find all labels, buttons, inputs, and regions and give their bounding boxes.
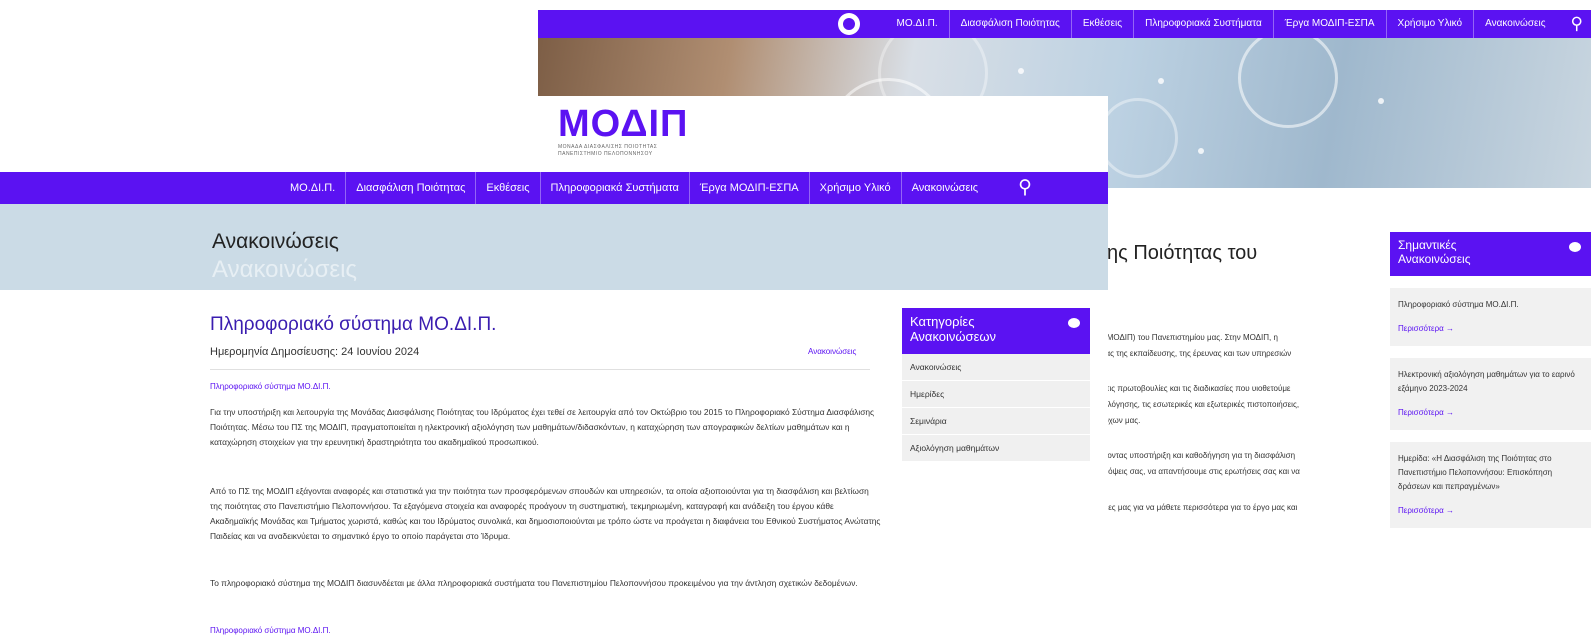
- university-logo-icon[interactable]: [837, 13, 860, 35]
- important-card-title[interactable]: Ηλεκτρονική αξιολόγηση μαθημάτων για το …: [1398, 368, 1583, 396]
- categories-panel: Κατηγορίες Ανακοινώσεων Ανακοινώσεις Ημε…: [902, 308, 1090, 462]
- important-announcements-panel: Σημαντικές Ανακοινώσεις Πληροφοριακό σύσ…: [1390, 232, 1591, 528]
- main-nav-bar: ΜΟ.ΔΙ.Π. Διασφάλιση Ποιότητας Εκθέσεις Π…: [0, 172, 1108, 204]
- nav-item-reports[interactable]: Εκθέσεις: [475, 172, 539, 204]
- category-item-workshops[interactable]: Ημερίδες: [902, 381, 1090, 408]
- logo-subtitle-unit: ΜΟΝΑΔΑ ΔΙΑΣΦΑΛΙΣΗΣ ΠΟΙΟΤΗΤΑΣ: [558, 144, 658, 150]
- page-title-watermark: Ανακοινώσεις: [212, 256, 357, 283]
- post-date: Ημερομηνία Δημοσίευσης: 24 Ιουνίου 2024: [210, 346, 420, 358]
- back-nav-item-projects[interactable]: Έργα ΜΟΔΙΠ-ΕΣΠΑ: [1272, 10, 1386, 38]
- back-nav-item-modip[interactable]: ΜΟ.ΔΙ.Π.: [886, 10, 949, 38]
- back-paragraph: λίδες μας για να μάθετε περισσότερα για …: [1098, 503, 1298, 512]
- nav-item-announcements[interactable]: Ανακοινώσεις: [900, 172, 988, 204]
- important-card: Πληροφοριακό σύστημα ΜΟ.ΔΙ.Π. Περισσότερ…: [1390, 288, 1591, 346]
- chat-bubble-icon: [1068, 318, 1080, 328]
- back-page-heading: ης Ποιότητας του: [1107, 242, 1258, 264]
- back-nav-item-material[interactable]: Χρήσιμο Υλικό: [1385, 10, 1474, 38]
- back-nav-item-info-systems[interactable]: Πληροφοριακά Συστήματα: [1133, 10, 1273, 38]
- back-nav-item-quality[interactable]: Διασφάλιση Ποιότητας: [948, 10, 1071, 38]
- nav-item-info-systems[interactable]: Πληροφοριακά Συστήματα: [539, 172, 689, 204]
- back-nav-item-reports[interactable]: Εκθέσεις: [1070, 10, 1133, 38]
- important-announcements-header: Σημαντικές Ανακοινώσεις: [1390, 232, 1591, 276]
- more-link[interactable]: Περισσότερα →: [1398, 504, 1583, 518]
- category-item-announcements[interactable]: Ανακοινώσεις: [902, 354, 1090, 381]
- nav-item-material[interactable]: Χρήσιμο Υλικό: [808, 172, 901, 204]
- nav-item-projects[interactable]: Έργα ΜΟΔΙΠ-ΕΣΠΑ: [688, 172, 809, 204]
- post-paragraph: Για την υποστήριξη και λειτουργία της Μο…: [210, 407, 875, 447]
- categories-header: Κατηγορίες Ανακοινώσεων: [902, 308, 1090, 354]
- important-card-title[interactable]: Ημερίδα: «Η Διασφάλιση της Ποιότητας στο…: [1398, 452, 1583, 494]
- page-banner: Ανακοινώσεις Ανακοινώσεις: [0, 204, 1108, 290]
- more-link[interactable]: Περισσότερα →: [1398, 322, 1583, 336]
- post-attachment-link[interactable]: Πληροφοριακό σύστημα ΜΟ.ΔΙ.Π.: [210, 382, 331, 391]
- modip-logo[interactable]: ΜΟΔΙΠ: [558, 103, 689, 146]
- back-paragraph: ς, τις πρωτοβουλίες και τις διαδικασίες …: [1098, 384, 1300, 425]
- back-paragraph: ς (ΜΟΔΙΠ) του Πανεπιστημίου μας. Στην ΜΟ…: [1098, 333, 1292, 358]
- important-card-title[interactable]: Πληροφοριακό σύστημα ΜΟ.ΔΙ.Π.: [1398, 298, 1583, 312]
- important-card: Ηλεκτρονική αξιολόγηση μαθημάτων για το …: [1390, 358, 1591, 430]
- category-item-course-evaluation[interactable]: Αξιολόγηση μαθημάτων: [902, 435, 1090, 462]
- post-title[interactable]: Πληροφοριακό σύστημα ΜΟ.ΔΙ.Π.: [210, 314, 496, 336]
- post-category-link[interactable]: Ανακοινώσεις: [808, 347, 856, 356]
- chat-bubble-icon: [1569, 242, 1581, 252]
- category-item-seminars[interactable]: Σεμινάρια: [902, 408, 1090, 435]
- post-paragraph: Το πληροφοριακό σύστημα της ΜΟΔΙΠ διασυν…: [210, 578, 858, 588]
- back-nav-item-announcements[interactable]: Ανακοινώσεις: [1473, 10, 1556, 38]
- front-window: ΜΟΔΙΠ ΜΟΝΑΔΑ ΔΙΑΣΦΑΛΙΣΗΣ ΠΟΙΟΤΗΤΑΣ ΠΑΝΕΠ…: [0, 96, 1108, 639]
- nav-item-modip[interactable]: ΜΟ.ΔΙ.Π.: [280, 172, 345, 204]
- search-icon[interactable]: ⚲: [1018, 172, 1032, 204]
- important-card: Ημερίδα: «Η Διασφάλιση της Ποιότητας στο…: [1390, 442, 1591, 528]
- back-search-icon[interactable]: ⚲: [1571, 10, 1583, 38]
- nav-item-quality[interactable]: Διασφάλιση Ποιότητας: [345, 172, 475, 204]
- logo-subtitle-university: ΠΑΝΕΠΙΣΤΗΜΙΟ ΠΕΛΟΠΟΝΝΗΣΟΥ: [558, 151, 653, 157]
- divider: [210, 369, 870, 370]
- back-paragraph: ιέχοντας υποστήριξη και καθοδήγηση για τ…: [1098, 451, 1300, 476]
- post-paragraph: Από το ΠΣ της ΜΟΔΙΠ εξάγονται αναφορές κ…: [210, 486, 881, 541]
- page-title: Ανακοινώσεις: [212, 230, 339, 253]
- back-nav-bar: ΜΟ.ΔΙ.Π. Διασφάλιση Ποιότητας Εκθέσεις Π…: [538, 10, 1591, 38]
- more-link[interactable]: Περισσότερα →: [1398, 406, 1583, 420]
- post-attachment-link[interactable]: Πληροφοριακό σύστημα ΜΟ.ΔΙ.Π.: [210, 626, 331, 635]
